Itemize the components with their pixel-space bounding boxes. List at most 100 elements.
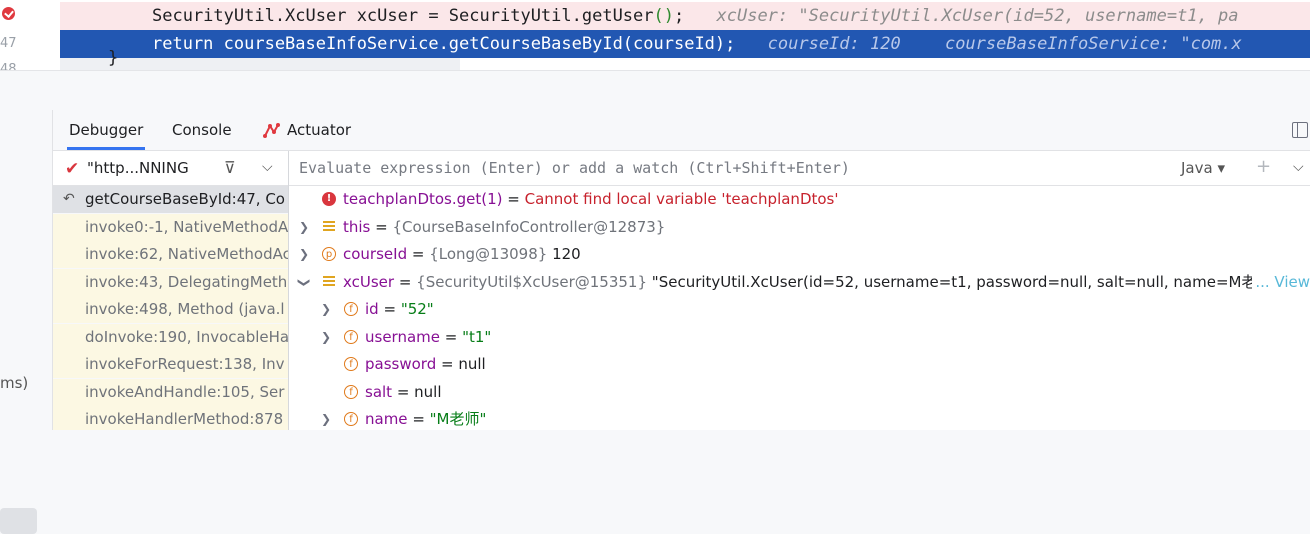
- tab-console[interactable]: Console: [172, 110, 232, 150]
- var-ref: {SecurityUtil$XcUser@15351}: [416, 273, 648, 291]
- chevron-down-icon[interactable]: ⌵: [262, 159, 273, 175]
- add-watch-icon[interactable]: +: [1256, 156, 1271, 177]
- field-eq: =: [440, 328, 463, 346]
- expand-arrow-icon[interactable]: ❯: [299, 214, 309, 241]
- variable-row[interactable]: ❯ p courseId = {Long@13098} 120: [289, 241, 1310, 268]
- left-tool-strip: ms): [0, 110, 53, 534]
- frame-label: invoke:498, Method (java.l: [85, 300, 285, 318]
- frames-panel: ✔ "http...NNING ⊽ ⌵ ↶ getCourseBaseById:…: [53, 151, 289, 430]
- editor-gutter[interactable]: 47 48: [0, 0, 60, 70]
- field-row[interactable]: ❯ f name = "M老师": [289, 406, 1310, 430]
- expand-arrow-icon[interactable]: ❯: [321, 406, 331, 430]
- code-editor[interactable]: 47 48 SecurityUtil.XcUser xcUser = Secur…: [0, 0, 1310, 70]
- thread-selector[interactable]: ✔ "http...NNING ⊽ ⌵: [53, 151, 288, 186]
- field-row[interactable]: f password = null: [289, 351, 1310, 378]
- thread-check-icon: ✔: [65, 159, 80, 179]
- view-link[interactable]: ... View: [1252, 269, 1310, 296]
- frame-label: invokeAndHandle:105, Ser: [85, 383, 285, 401]
- variable-row[interactable]: ❯ xcUser = {SecurityUtil$XcUser@15351} "…: [289, 269, 1310, 296]
- inline-value-hint: xcUser: "SecurityUtil.XcUser(id=52, user…: [716, 6, 1239, 26]
- chevron-down-icon[interactable]: ⌵: [1293, 159, 1304, 175]
- frame-label: invoke:62, NativeMethodAc: [85, 245, 289, 263]
- inline-value-hint: courseBaseInfoService: "com.x: [944, 34, 1242, 54]
- frame-label: invoke:43, DelegatingMeth: [85, 273, 288, 291]
- actuator-icon: [263, 123, 280, 138]
- frame-item[interactable]: invoke:62, NativeMethodAc: [53, 241, 288, 268]
- field-row[interactable]: f salt = null: [289, 379, 1310, 406]
- field-name: id: [365, 300, 379, 318]
- field-icon: f: [344, 385, 358, 399]
- layout-settings-icon[interactable]: [1292, 122, 1308, 138]
- debug-tab-bar: Debugger Console Actuator: [53, 110, 1310, 151]
- var-value: "SecurityUtil.XcUser(id=52, username=t1,…: [647, 273, 1257, 291]
- frame-item[interactable]: invokeForRequest:138, Inv: [53, 351, 288, 378]
- frame-label: getCourseBaseById:47, Co: [85, 190, 285, 208]
- frame-label: invokeHandlerMethod:878: [85, 410, 284, 428]
- filter-icon[interactable]: ⊽: [224, 158, 236, 177]
- panel-splitter[interactable]: [0, 70, 1310, 111]
- var-ref: {Long@13098}: [429, 245, 548, 263]
- code-semicolon: ;: [674, 6, 685, 26]
- field-icon: f: [344, 412, 358, 426]
- tab-actuator-label: Actuator: [287, 121, 352, 139]
- var-value: {CourseBaseInfoController@12873}: [392, 218, 666, 236]
- expand-arrow-icon[interactable]: ❯: [299, 241, 309, 268]
- code-line[interactable]: }: [60, 48, 460, 70]
- field-name: name: [365, 410, 408, 428]
- return-icon: ↶: [63, 191, 75, 207]
- object-icon: [322, 275, 336, 289]
- variables-panel: Evaluate expression (Enter) or add a wat…: [289, 151, 1310, 430]
- var-value: 120: [547, 245, 581, 263]
- code-line-breakpoint[interactable]: SecurityUtil.XcUser xcUser = SecurityUti…: [60, 2, 1310, 30]
- field-name: username: [365, 328, 440, 346]
- strip-text: ms): [0, 374, 29, 392]
- language-selector[interactable]: Java ▾: [1181, 159, 1225, 177]
- code-line-current[interactable]: return courseBaseInfoService.getCourseBa…: [60, 30, 1310, 58]
- field-eq: =: [436, 355, 459, 373]
- var-eq: =: [502, 190, 525, 208]
- language-label: Java: [1181, 159, 1213, 177]
- field-eq: =: [407, 410, 430, 428]
- field-row[interactable]: ❯ f id = "52": [289, 296, 1310, 323]
- field-eq: =: [392, 383, 415, 401]
- var-name: this: [343, 218, 371, 236]
- strip-selected-item[interactable]: [0, 508, 37, 534]
- expand-arrow-icon[interactable]: ❯: [321, 324, 331, 351]
- frame-item[interactable]: invoke0:-1, NativeMethodA: [53, 214, 288, 241]
- code-parens: (): [653, 6, 674, 26]
- frame-item[interactable]: invokeAndHandle:105, Ser: [53, 379, 288, 406]
- var-eq: =: [407, 245, 430, 263]
- evaluate-input[interactable]: Evaluate expression (Enter) or add a wat…: [299, 159, 850, 177]
- collapse-arrow-icon[interactable]: ❯: [291, 277, 318, 287]
- field-value: null: [414, 383, 442, 401]
- field-name: password: [365, 355, 437, 373]
- var-eq: =: [370, 218, 393, 236]
- watch-row[interactable]: ! teachplanDtos.get(1) = Cannot find loc…: [289, 186, 1310, 213]
- field-icon: f: [344, 330, 358, 344]
- field-name: salt: [365, 383, 393, 401]
- code-text: return courseBaseInfoService.getCourseBa…: [152, 34, 736, 54]
- parameter-icon: p: [322, 247, 336, 261]
- frame-item[interactable]: doInvoke:190, InvocableHa: [53, 324, 288, 351]
- frame-item[interactable]: invoke:498, Method (java.l: [53, 296, 288, 323]
- code-text: }: [108, 48, 119, 68]
- line-number: 47: [0, 36, 17, 51]
- frame-label: doInvoke:190, InvocableHa: [85, 328, 289, 346]
- frame-label: invokeForRequest:138, Inv: [85, 355, 285, 373]
- var-error: Cannot find local variable 'teachplanDto…: [524, 190, 839, 208]
- line-number: 48: [0, 62, 17, 70]
- variable-row[interactable]: ❯ this = {CourseBaseInfoController@12873…: [289, 214, 1310, 241]
- frame-item[interactable]: invoke:43, DelegatingMeth: [53, 269, 288, 296]
- breakpoint-icon[interactable]: [2, 7, 15, 20]
- frame-item[interactable]: ↶ getCourseBaseById:47, Co: [53, 186, 288, 213]
- expand-arrow-icon[interactable]: ❯: [321, 296, 331, 323]
- field-value: null: [458, 355, 486, 373]
- tab-debugger[interactable]: Debugger: [66, 110, 146, 150]
- field-row[interactable]: ❯ f username = "t1": [289, 324, 1310, 351]
- evaluate-expression-bar[interactable]: Evaluate expression (Enter) or add a wat…: [289, 151, 1310, 186]
- frame-label: invoke0:-1, NativeMethodA: [85, 218, 289, 236]
- frame-item[interactable]: invokeHandlerMethod:878: [53, 406, 288, 430]
- var-name: xcUser: [343, 273, 395, 291]
- error-icon: !: [322, 192, 336, 206]
- field-value: "t1": [462, 328, 492, 346]
